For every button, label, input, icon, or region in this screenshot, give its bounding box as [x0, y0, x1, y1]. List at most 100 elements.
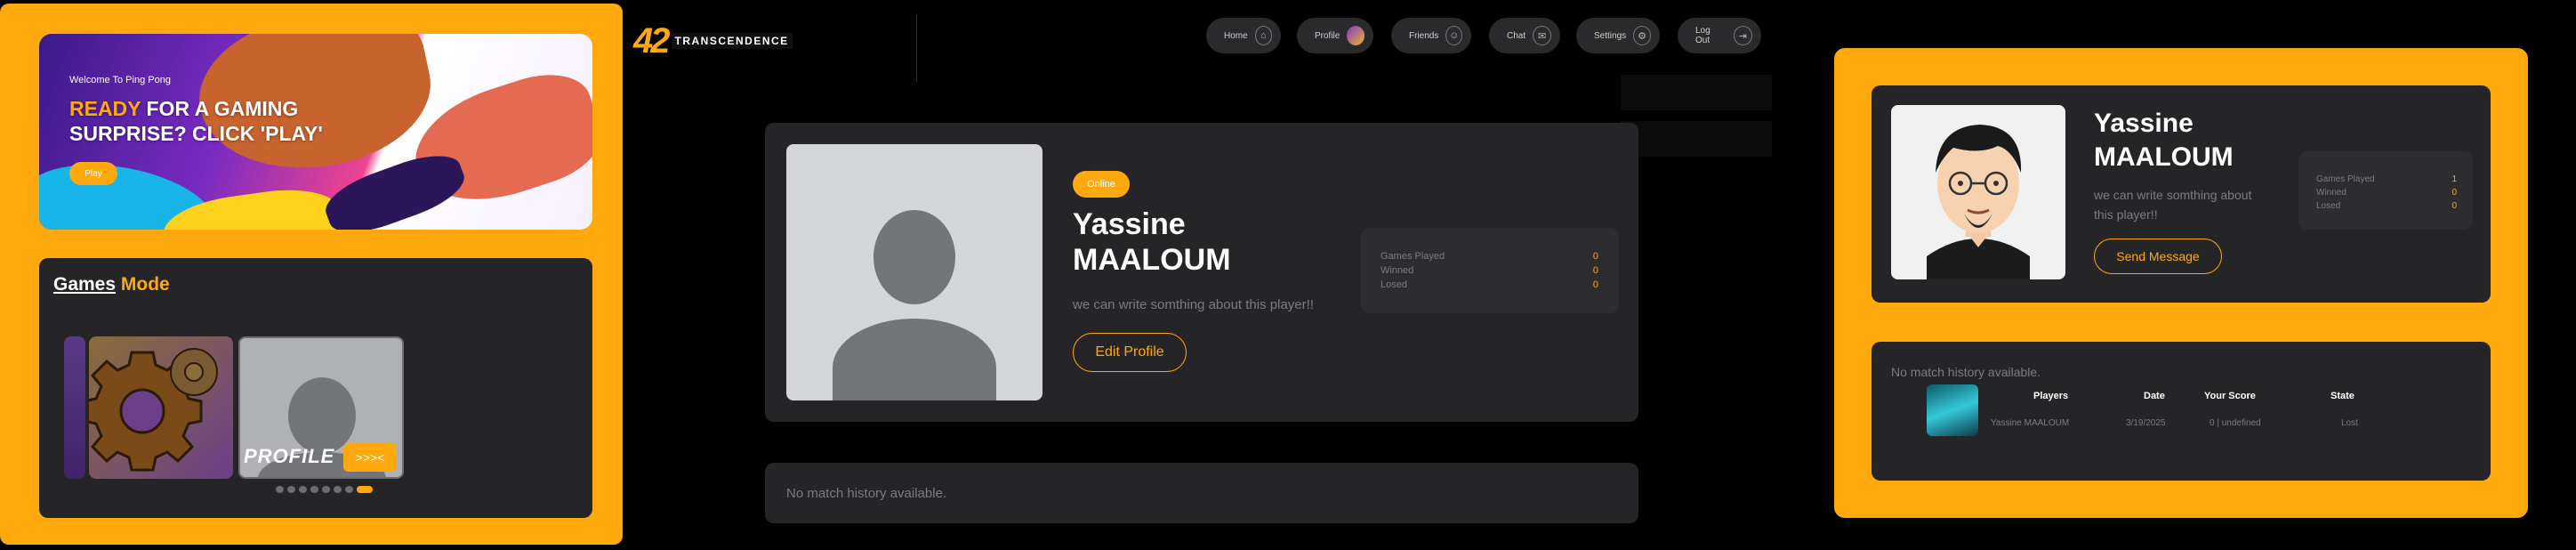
- history-header-players: Players: [2033, 391, 2069, 401]
- status-badge: Online: [1073, 171, 1130, 198]
- nav-dropdown-shadow: [1621, 121, 1772, 157]
- profile-bio: we can write somthing about this player!…: [1073, 297, 1314, 312]
- match-history-card: No match history available.: [765, 463, 1638, 523]
- carousel-dot[interactable]: [322, 486, 330, 493]
- carousel-dot[interactable]: [334, 486, 342, 493]
- hero-headline: READY FOR A GAMING SURPRISE? CLICK 'PLAY…: [69, 96, 390, 146]
- games-mode-title: Games Mode: [53, 274, 170, 295]
- history-cell-state: Lost: [2341, 418, 2358, 428]
- other-profile-name: Yassine MAALOUM: [2094, 107, 2290, 174]
- games-mode-card: Games Mode PROFILE >>><: [39, 258, 592, 518]
- stat-value: 0: [1592, 279, 1598, 290]
- other-profile-first-name: Yassine: [2094, 109, 2194, 138]
- nav-friends-label: Friends: [1409, 30, 1439, 41]
- user-placeholder-icon: [873, 210, 955, 304]
- match-history-empty: No match history available.: [786, 486, 947, 501]
- nav-chat-label: Chat: [1507, 30, 1526, 41]
- nav-dropdown-shadow: [1621, 75, 1772, 110]
- logout-icon: ⇥: [1733, 26, 1752, 45]
- profile-first-name: Yassine: [1073, 207, 1186, 241]
- hero-welcome-text: Welcome To Ping Pong: [69, 75, 171, 85]
- mode-title-word: Mode: [120, 274, 170, 295]
- history-header-state: State: [2330, 391, 2355, 401]
- profile-avatar: [786, 144, 1042, 400]
- right-panel: Yassine MAALOUM we can write somthing ab…: [1834, 48, 2528, 518]
- stat-games-played: Games Played 1: [2316, 174, 2457, 184]
- app-logo[interactable]: 42 TRANSCENDENCE: [633, 20, 793, 61]
- profile-stats: Games Played 0 Winned 0 Losed 0: [1361, 228, 1619, 313]
- nav-settings[interactable]: Settings ⚙: [1576, 18, 1660, 53]
- other-match-history-card: No match history available. Players Date…: [1872, 342, 2491, 481]
- carousel-dot[interactable]: [299, 486, 307, 493]
- history-cell-date: 3/19/2025: [2126, 418, 2166, 428]
- stat-value: 0: [1592, 251, 1598, 262]
- history-header-score: Your Score: [2204, 391, 2256, 401]
- left-panel: Welcome To Ping Pong READY FOR A GAMING …: [0, 4, 623, 545]
- carousel-dot[interactable]: [357, 486, 373, 493]
- stat-value: 1: [2451, 174, 2457, 184]
- nav-profile[interactable]: Profile: [1297, 18, 1373, 53]
- other-profile-card: Yassine MAALOUM we can write somthing ab…: [1872, 85, 2491, 303]
- carousel-dot[interactable]: [345, 486, 353, 493]
- send-message-button[interactable]: Send Message: [2094, 239, 2222, 274]
- other-profile-last-name: MAALOUM: [2094, 142, 2234, 172]
- user-placeholder-icon: [288, 377, 356, 454]
- carousel-dot[interactable]: [287, 486, 295, 493]
- stat-winned: Winned 0: [1381, 265, 1598, 276]
- games-title-word: Games: [53, 274, 117, 295]
- profile-card: Online Yassine MAALOUM we can write somt…: [765, 123, 1638, 422]
- stat-label: Losed: [2316, 201, 2341, 211]
- carousel-dot[interactable]: [276, 486, 284, 493]
- profile-tile-label: PROFILE: [244, 445, 335, 467]
- history-header-date: Date: [2144, 391, 2165, 401]
- nav-logout[interactable]: Log Out ⇥: [1678, 18, 1761, 53]
- chat-icon: ✉: [1533, 26, 1551, 45]
- match-thumbnail: [1927, 384, 1978, 436]
- hero-banner: Welcome To Ping Pong READY FOR A GAMING …: [39, 34, 592, 230]
- stat-label: Games Played: [1381, 251, 1445, 262]
- stat-value: 0: [2451, 188, 2457, 198]
- carousel-dot[interactable]: [310, 486, 318, 493]
- user-placeholder-body: [833, 319, 996, 400]
- stat-label: Winned: [2316, 188, 2347, 198]
- carousel-tile-previous[interactable]: [64, 336, 85, 479]
- match-history-empty: No match history available.: [1891, 365, 2041, 379]
- edit-profile-button[interactable]: Edit Profile: [1073, 333, 1187, 372]
- profile-name: Yassine MAALOUM: [1073, 206, 1340, 278]
- history-cell-players: Yassine MAALOUM: [1991, 418, 2070, 428]
- profile-last-name: MAALOUM: [1073, 243, 1231, 277]
- nav-logout-label: Log Out: [1695, 26, 1711, 45]
- carousel-tile-settings[interactable]: [89, 336, 233, 479]
- nav-divider: [916, 14, 917, 82]
- stat-label: Games Played: [2316, 174, 2375, 184]
- logo-text: TRANSCENDENCE: [671, 33, 793, 49]
- stat-value: 0: [2451, 201, 2457, 211]
- stat-games-played: Games Played 0: [1381, 251, 1598, 262]
- stat-winned: Winned 0: [2316, 188, 2457, 198]
- stat-label: Losed: [1381, 279, 1407, 290]
- history-cell-score: 0 | undefined: [2210, 418, 2261, 428]
- nav-profile-label: Profile: [1315, 30, 1340, 41]
- gear-icon: [89, 348, 218, 472]
- cartoon-avatar-icon: [1891, 105, 2065, 279]
- stat-value: 0: [1592, 265, 1598, 276]
- gear-icon: ⚙: [1633, 26, 1651, 45]
- stat-label: Winned: [1381, 265, 1414, 276]
- play-button[interactable]: Play: [69, 162, 117, 185]
- nav-home[interactable]: Home ⌂: [1206, 18, 1281, 53]
- carousel-dots: [276, 486, 373, 493]
- profile-tile-go-button[interactable]: >>><: [343, 443, 397, 472]
- nav-friends[interactable]: Friends ☺: [1391, 18, 1471, 53]
- home-icon: ⌂: [1254, 26, 1272, 45]
- other-profile-avatar: [1891, 105, 2065, 279]
- other-profile-stats: Games Played 1 Winned 0 Losed 0: [2298, 151, 2473, 230]
- stat-losed: Losed 0: [2316, 201, 2457, 211]
- carousel-tile-profile[interactable]: PROFILE >>><: [238, 336, 404, 479]
- nav-chat[interactable]: Chat ✉: [1489, 18, 1560, 53]
- logo-number: 42: [633, 20, 670, 61]
- nav-settings-label: Settings: [1594, 30, 1627, 41]
- nav-home-label: Home: [1224, 30, 1248, 41]
- avatar-icon: [1347, 26, 1364, 45]
- stat-losed: Losed 0: [1381, 279, 1598, 290]
- friends-icon: ☺: [1445, 26, 1462, 45]
